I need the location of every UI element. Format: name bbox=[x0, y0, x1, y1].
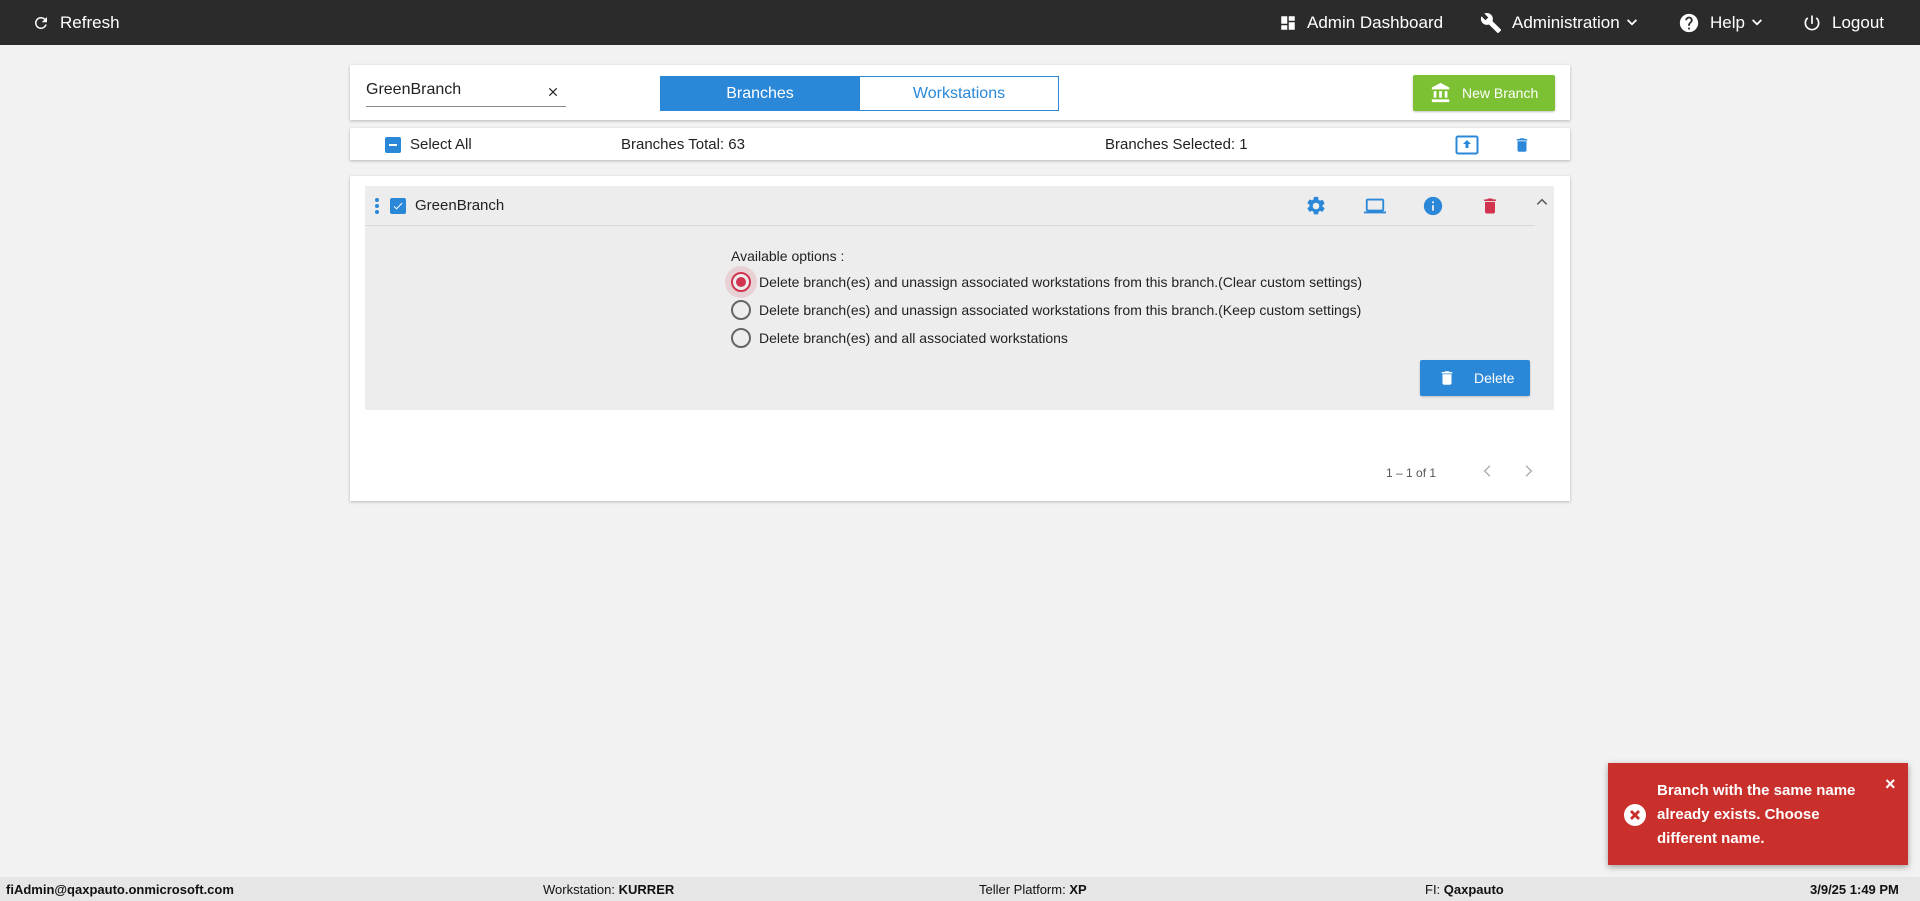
upload-icon[interactable] bbox=[1455, 135, 1479, 155]
status-fi: FI: Qaxpauto bbox=[1425, 882, 1504, 897]
select-all-label: Select All bbox=[410, 136, 472, 153]
delete-option-clear-settings[interactable]: Delete branch(es) and unassign associate… bbox=[731, 272, 1362, 292]
help-menu[interactable]: Help bbox=[1678, 0, 1763, 45]
option-label: Delete branch(es) and unassign associate… bbox=[759, 302, 1362, 318]
help-icon bbox=[1679, 13, 1699, 32]
status-workstation: Workstation: KURRER bbox=[543, 882, 675, 897]
branch-search-input[interactable] bbox=[366, 79, 566, 107]
administration-menu[interactable]: Administration bbox=[1480, 0, 1638, 45]
toast-message: Branch with the same name already exists… bbox=[1657, 782, 1856, 847]
trash-icon[interactable] bbox=[1480, 195, 1500, 217]
chevron-down-icon bbox=[1626, 18, 1637, 25]
top-nav-bar: Refresh Admin Dashboard Administration H… bbox=[0, 0, 1920, 45]
option-label: Delete branch(es) and all associated wor… bbox=[759, 330, 1068, 346]
tab-branches[interactable]: Branches bbox=[660, 76, 860, 111]
delete-option-keep-settings[interactable]: Delete branch(es) and unassign associate… bbox=[731, 300, 1361, 320]
branch-row-header: GreenBranch bbox=[365, 186, 1548, 226]
drag-handle-icon[interactable] bbox=[375, 198, 379, 214]
search-toolbar: Branches Workstations New Branch bbox=[350, 65, 1570, 120]
indeterminate-checkbox-icon bbox=[385, 136, 401, 153]
available-options-label: Available options : bbox=[731, 248, 845, 264]
bank-icon bbox=[1431, 82, 1450, 103]
radio-button[interactable] bbox=[731, 328, 751, 348]
new-branch-button[interactable]: New Branch bbox=[1413, 75, 1555, 111]
refresh-button[interactable]: Refresh bbox=[32, 0, 120, 45]
help-label: Help bbox=[1710, 12, 1745, 32]
radio-button[interactable] bbox=[731, 300, 751, 320]
pagination-range: 1 – 1 of 1 bbox=[1386, 466, 1437, 480]
chevron-down-icon bbox=[1751, 18, 1762, 25]
administration-label: Administration bbox=[1512, 12, 1620, 32]
refresh-icon bbox=[34, 16, 47, 29]
error-icon bbox=[1624, 804, 1646, 826]
chevron-right-icon[interactable] bbox=[1520, 463, 1536, 479]
branches-total: Branches Total: 63 bbox=[621, 136, 745, 153]
option-label: Delete branch(es) and unassign associate… bbox=[759, 274, 1363, 290]
refresh-label: Refresh bbox=[60, 12, 120, 32]
tab-branches-label: Branches bbox=[726, 84, 794, 102]
logout-button[interactable]: Logout bbox=[1802, 0, 1884, 45]
dashboard-icon bbox=[1281, 15, 1295, 30]
admin-dashboard-label: Admin Dashboard bbox=[1307, 12, 1444, 32]
selection-bar: Select All Branches Total: 63 Branches S… bbox=[350, 128, 1570, 160]
admin-dashboard-link[interactable]: Admin Dashboard bbox=[1279, 0, 1443, 45]
delete-option-all-workstations[interactable]: Delete branch(es) and all associated wor… bbox=[731, 328, 1068, 348]
error-toast: Branch with the same name already exists… bbox=[1608, 763, 1908, 865]
status-bar: fiAdmin@qaxpauto.onmicrosoft.com Worksta… bbox=[0, 877, 1920, 901]
close-icon[interactable] bbox=[546, 85, 560, 99]
gear-icon[interactable] bbox=[1305, 195, 1327, 217]
status-teller-platform: Teller Platform: XP bbox=[979, 882, 1087, 897]
delete-button[interactable]: Delete bbox=[1420, 360, 1530, 396]
status-user: fiAdmin@qaxpauto.onmicrosoft.com bbox=[6, 882, 234, 897]
trash-icon[interactable] bbox=[1513, 135, 1531, 155]
toast-close-button[interactable]: × bbox=[1885, 775, 1896, 793]
tab-workstations[interactable]: Workstations bbox=[859, 76, 1059, 111]
logout-label: Logout bbox=[1832, 12, 1884, 32]
branch-row-expanded: GreenBranch Available options : Delete b… bbox=[365, 186, 1554, 410]
branch-name: GreenBranch bbox=[415, 197, 505, 214]
new-branch-label: New Branch bbox=[1462, 85, 1539, 101]
tab-workstations-label: Workstations bbox=[912, 84, 1006, 102]
select-all-checkbox[interactable]: Select All bbox=[385, 136, 472, 153]
laptop-icon[interactable] bbox=[1363, 195, 1387, 217]
radio-button-selected[interactable] bbox=[731, 272, 751, 292]
check-icon bbox=[393, 202, 403, 210]
branch-row-checkbox[interactable] bbox=[390, 198, 406, 214]
wrench-icon bbox=[1480, 12, 1502, 33]
branches-selected: Branches Selected: 1 bbox=[1105, 136, 1248, 153]
trash-icon bbox=[1441, 371, 1453, 385]
chevron-left-icon[interactable] bbox=[1480, 463, 1496, 479]
branch-list: GreenBranch Available options : Delete b… bbox=[350, 176, 1570, 501]
info-icon[interactable] bbox=[1422, 195, 1444, 217]
chevron-up-icon[interactable] bbox=[1535, 195, 1549, 209]
status-datetime: 3/9/25 1:49 PM bbox=[1810, 882, 1899, 897]
delete-label: Delete bbox=[1474, 370, 1515, 386]
power-icon bbox=[1804, 15, 1820, 30]
